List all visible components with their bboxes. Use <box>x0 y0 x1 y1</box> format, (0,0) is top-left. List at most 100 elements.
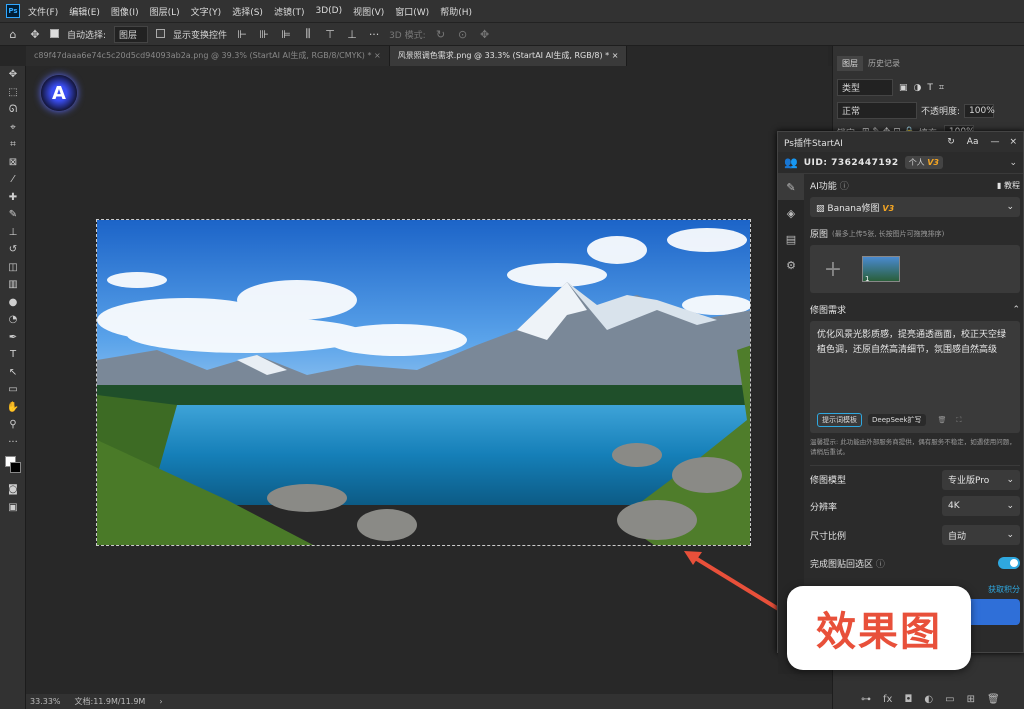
tutorial-link[interactable]: ▮ 教程 <box>997 180 1020 191</box>
new-layer-icon[interactable]: ⊞ <box>967 694 975 705</box>
account-badge[interactable]: 个人 V3 <box>904 156 943 169</box>
blur-tool-icon[interactable]: ● <box>0 294 26 312</box>
orbit-3d-icon[interactable]: ↻ <box>434 28 448 41</box>
align-left-icon[interactable]: ⊩ <box>235 28 249 41</box>
eyedropper-tool-icon[interactable]: ⁄ <box>0 171 26 189</box>
menu-window[interactable]: 窗口(W) <box>395 5 429 18</box>
pen-tool-icon[interactable]: ✒ <box>0 329 26 347</box>
refresh-icon[interactable]: ↻ <box>947 137 955 147</box>
fx-icon[interactable]: fx <box>883 694 892 705</box>
zoom-level[interactable]: 33.33% <box>30 697 61 706</box>
startai-logo-icon[interactable]: A <box>41 75 77 111</box>
dodge-tool-icon[interactable]: ◔ <box>0 311 26 329</box>
move-tool-icon[interactable]: ✥ <box>0 66 26 84</box>
layer-filter-dropdown[interactable]: 类型 <box>837 79 893 96</box>
crop-tool-icon[interactable]: ⌗ <box>0 136 26 154</box>
gradient-tool-icon[interactable]: ▥ <box>0 276 26 294</box>
adjustment-icon[interactable]: ◐ <box>924 694 933 705</box>
menu-layer[interactable]: 图层(L) <box>150 5 180 18</box>
align-middle-icon[interactable]: ⊥ <box>345 28 359 41</box>
eraser-tool-icon[interactable]: ◫ <box>0 259 26 277</box>
document-icon[interactable]: ▤ <box>778 226 804 252</box>
close-icon[interactable]: × <box>1009 137 1017 147</box>
mask-icon[interactable]: ◘ <box>904 694 912 705</box>
zoom-tool-icon[interactable]: ⚲ <box>0 416 26 434</box>
home-icon[interactable]: ⌂ <box>6 28 20 41</box>
requirement-text[interactable]: 优化风景光影质感，提亮通透画面，校正天空绿植色调，还原自然高清细节，氛围感自然高… <box>817 328 1013 358</box>
color-swatches[interactable] <box>0 451 26 481</box>
pan-3d-icon[interactable]: ✥ <box>478 28 492 41</box>
path-select-tool-icon[interactable]: ↖ <box>0 364 26 382</box>
show-transform-checkbox[interactable] <box>156 29 166 39</box>
menu-type[interactable]: 文字(Y) <box>191 5 222 18</box>
filter-adjust-icon[interactable]: ◑ <box>914 83 922 93</box>
deepseek-button[interactable]: DeepSeek扩写 <box>868 414 926 426</box>
rectangle-tool-icon[interactable]: ▭ <box>0 381 26 399</box>
healing-tool-icon[interactable]: ✚ <box>0 189 26 207</box>
layers-stack-icon[interactable]: ◈ <box>778 200 804 226</box>
menu-filter[interactable]: 滤镜(T) <box>274 5 305 18</box>
model-dropdown[interactable]: 专业版Pro ⌄ <box>942 469 1020 490</box>
align-right-icon[interactable]: ⊫ <box>279 28 293 41</box>
tab-document-2[interactable]: 风景照调色需求.png @ 33.3% (StartAI AI生成, RGB/8… <box>389 46 628 66</box>
menu-edit[interactable]: 编辑(E) <box>69 5 100 18</box>
lasso-tool-icon[interactable]: ᘏ <box>0 101 26 119</box>
ratio-dropdown[interactable]: 自动 ⌄ <box>942 525 1020 545</box>
roll-3d-icon[interactable]: ⊙ <box>456 28 470 41</box>
menu-file[interactable]: 文件(F) <box>28 5 58 18</box>
blend-mode-dropdown[interactable]: 正常 <box>837 102 917 119</box>
align-center-icon[interactable]: ⊪ <box>257 28 271 41</box>
menu-select[interactable]: 选择(S) <box>232 5 263 18</box>
stamp-tool-icon[interactable]: ⊥ <box>0 224 26 242</box>
edit-toolbar-icon[interactable]: ··· <box>0 434 26 452</box>
trash-icon[interactable]: 🗑 <box>987 694 1000 705</box>
marquee-tool-icon[interactable]: ⬚ <box>0 84 26 102</box>
quick-mask-icon[interactable]: ◙ <box>0 481 26 499</box>
menu-3d[interactable]: 3D(D) <box>315 6 342 16</box>
prompt-template-button[interactable]: 提示词模板 <box>817 413 862 427</box>
align-top-icon[interactable]: ⊤ <box>323 28 337 41</box>
menu-view[interactable]: 视图(V) <box>353 5 384 18</box>
distribute-icon[interactable]: ⫼ <box>301 27 315 41</box>
filter-type-icon[interactable]: T <box>927 83 933 93</box>
paste-back-toggle[interactable] <box>998 557 1020 569</box>
edit-mode-icon[interactable]: ✎ <box>778 174 804 200</box>
function-dropdown[interactable]: ▨ Banana修图 V3 ⌄ <box>810 197 1020 217</box>
filter-pixel-icon[interactable]: ▣ <box>899 83 908 93</box>
add-image-icon[interactable]: + <box>818 257 848 282</box>
tab-history[interactable]: 历史记录 <box>863 56 905 71</box>
chevron-up-icon[interactable]: ⌃ <box>1012 305 1020 315</box>
history-brush-icon[interactable]: ↺ <box>0 241 26 259</box>
chevron-down-icon[interactable]: ⌄ <box>1009 158 1017 168</box>
screen-mode-icon[interactable]: ▣ <box>0 499 26 517</box>
quick-select-tool-icon[interactable]: ⌖ <box>0 119 26 137</box>
tab-layers[interactable]: 图层 <box>837 56 863 71</box>
brush-tool-icon[interactable]: ✎ <box>0 206 26 224</box>
link-icon[interactable]: ⊶ <box>861 694 871 705</box>
folder-icon[interactable]: ▭ <box>945 694 954 705</box>
gear-icon[interactable]: ⚙ <box>778 252 804 278</box>
close-icon[interactable]: × <box>612 51 619 60</box>
font-size-icon[interactable]: Aa <box>967 137 979 147</box>
frame-tool-icon[interactable]: ⊠ <box>0 154 26 172</box>
layer-select-dropdown[interactable]: 图层 <box>114 25 149 43</box>
menu-image[interactable]: 图像(I) <box>111 5 139 18</box>
resolution-dropdown[interactable]: 4K ⌄ <box>942 496 1020 516</box>
close-icon[interactable]: × <box>374 51 381 60</box>
menu-help[interactable]: 帮助(H) <box>440 5 472 18</box>
tab-document-1[interactable]: c89f47daaa6e74c5c20d5cd94093ab2a.png @ 3… <box>26 46 390 66</box>
chevron-right-icon[interactable]: › <box>159 697 162 706</box>
expand-icon[interactable]: ⛶ <box>956 416 961 425</box>
minimize-icon[interactable]: — <box>990 137 999 147</box>
move-tool-icon[interactable]: ✥ <box>28 28 42 41</box>
requirement-textarea[interactable]: 优化风景光影质感，提亮通透画面，校正天空绿植色调，还原自然高清细节，氛围感自然高… <box>810 321 1020 433</box>
original-upload-area[interactable]: + 1 <box>810 245 1020 293</box>
more-options-icon[interactable]: ··· <box>367 28 381 41</box>
auto-select-checkbox[interactable] <box>50 29 59 39</box>
image-thumbnail[interactable]: 1 <box>862 256 900 283</box>
trash-icon[interactable]: 🗑 <box>938 416 947 424</box>
hand-tool-icon[interactable]: ✋ <box>0 399 26 417</box>
opacity-input[interactable]: 100% <box>964 103 995 118</box>
filter-shape-icon[interactable]: ⌗ <box>939 83 944 93</box>
type-tool-icon[interactable]: T <box>0 346 26 364</box>
